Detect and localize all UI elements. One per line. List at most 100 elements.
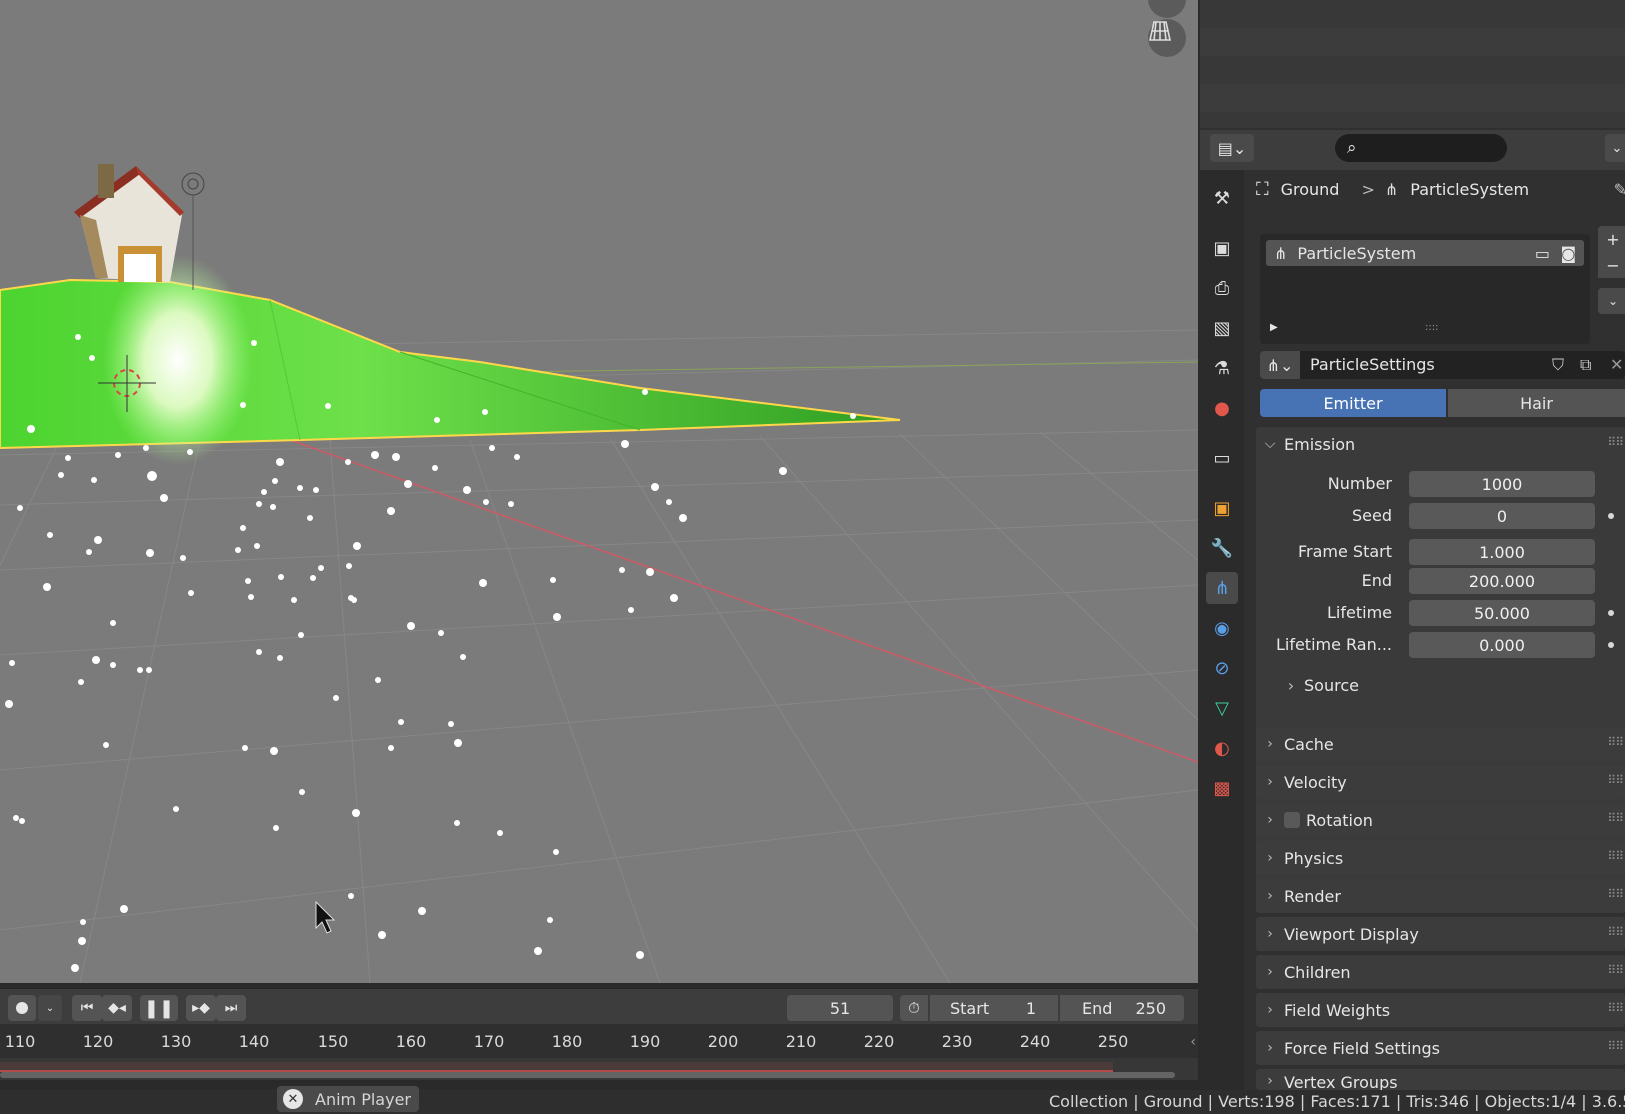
- frame-end-field[interactable]: 200.000: [1409, 568, 1595, 594]
- jump-to-end-button[interactable]: ⏭: [216, 995, 246, 1021]
- field-value: 1.000: [1479, 542, 1525, 562]
- collection-icon: ▭: [1213, 447, 1231, 469]
- panel-field-weights[interactable]: › Field Weights ⠿⠿: [1256, 993, 1625, 1027]
- tab-texture[interactable]: ▩: [1206, 772, 1238, 804]
- tab-collection[interactable]: ▭: [1206, 442, 1238, 474]
- browse-settings-button[interactable]: ⋔⌄: [1260, 351, 1300, 379]
- keyframe-dot-icon[interactable]: [1608, 513, 1614, 519]
- ruler-tick: 120: [82, 1032, 114, 1051]
- panel-viewport-display[interactable]: › Viewport Display ⠿⠿: [1256, 917, 1625, 951]
- timeline-track[interactable]: [0, 1058, 1198, 1080]
- panel-force-field-settings[interactable]: › Force Field Settings ⠿⠿: [1256, 1031, 1625, 1065]
- list-specials-button[interactable]: ⌄: [1598, 288, 1625, 314]
- list-item-label: ParticleSystem: [1297, 243, 1417, 263]
- keyframe-dot-icon[interactable]: [1608, 610, 1614, 616]
- keyframe-dot-icon[interactable]: [1608, 642, 1614, 648]
- start-frame-field[interactable]: Start 1: [930, 995, 1058, 1021]
- drag-handle-icon[interactable]: ⠿⠿: [1607, 925, 1624, 939]
- emission-panel-header[interactable]: ⌵ Emission ⠿⠿: [1256, 427, 1625, 461]
- close-icon[interactable]: ✕: [1610, 355, 1623, 374]
- source-subpanel-header[interactable]: › Source: [1278, 673, 1618, 697]
- drag-handle-icon[interactable]: ⠿⠿: [1607, 887, 1624, 901]
- tab-tool[interactable]: ⚒: [1206, 182, 1238, 214]
- minus-icon: −: [1606, 255, 1620, 275]
- tab-constraints[interactable]: ⊘: [1206, 652, 1238, 684]
- lifetime-field[interactable]: 50.000: [1409, 600, 1595, 626]
- tab-emitter-label: Emitter: [1323, 393, 1383, 413]
- number-field[interactable]: 1000: [1409, 471, 1595, 497]
- timeline-ruler[interactable]: 110 120 130 140 150 160 170 180 190 200 …: [0, 1024, 1198, 1062]
- expand-arrow-icon[interactable]: ▶: [1270, 322, 1278, 333]
- tab-view-layer[interactable]: ▧: [1206, 312, 1238, 344]
- particles-icon: ⋔: [1214, 577, 1230, 599]
- outliner-area[interactable]: [1200, 0, 1625, 128]
- chevron-right-icon: ›: [1267, 774, 1273, 790]
- region-collapse-icon[interactable]: ‹: [1190, 1034, 1196, 1050]
- drag-handle-icon[interactable]: ⠿⠿: [1607, 1001, 1624, 1015]
- panel-velocity[interactable]: › Velocity ⠿⠿: [1256, 765, 1625, 799]
- current-frame-field[interactable]: 51: [787, 995, 893, 1021]
- ruler-tick: 140: [238, 1032, 270, 1051]
- drag-handle-icon[interactable]: ⠿⠿: [1607, 963, 1624, 977]
- tab-material[interactable]: ◐: [1206, 732, 1238, 764]
- monitor-icon[interactable]: ▭: [1535, 244, 1550, 263]
- panel-vertex-groups[interactable]: › Vertex Groups: [1256, 1069, 1625, 1090]
- chevron-down-icon: ⌄: [45, 1002, 55, 1014]
- list-remove-button[interactable]: −: [1598, 252, 1625, 278]
- record-button[interactable]: [8, 995, 36, 1021]
- preview-range-toggle[interactable]: ⏱: [900, 995, 928, 1021]
- drag-handle-icon[interactable]: ⠿⠿: [1607, 1039, 1624, 1053]
- timeline-scrollbar[interactable]: [0, 1072, 1175, 1078]
- drag-handle-icon[interactable]: ⠿⠿: [1607, 435, 1624, 449]
- perspective-toggle-button[interactable]: [1148, 19, 1186, 57]
- camera-icon[interactable]: ◙: [1560, 244, 1576, 263]
- panel-rotation[interactable]: › Rotation ⠿⠿: [1256, 803, 1625, 837]
- tab-object-data[interactable]: ▽: [1206, 692, 1238, 724]
- pause-button[interactable]: ❚❚: [140, 995, 178, 1021]
- tab-render[interactable]: ▣: [1206, 232, 1238, 264]
- panel-cache[interactable]: › Cache ⠿⠿: [1256, 727, 1625, 761]
- jump-next-keyframe-button[interactable]: ▸◆: [186, 995, 216, 1021]
- close-circle-icon[interactable]: ✕: [283, 1089, 303, 1109]
- list-item[interactable]: ⋔ ParticleSystem ▭ ◙: [1266, 240, 1584, 266]
- drag-handle-icon[interactable]: ⠿⠿: [1607, 811, 1624, 825]
- duplicate-icon[interactable]: ⧉: [1580, 355, 1591, 375]
- tab-world[interactable]: ●: [1206, 392, 1238, 424]
- pin-icon[interactable]: ✎: [1614, 180, 1625, 199]
- jump-prev-keyframe-button[interactable]: ◆◂: [102, 995, 132, 1021]
- anim-player-tab[interactable]: ✕ Anim Player: [277, 1086, 419, 1112]
- particle-system-list[interactable]: ⋔ ParticleSystem ▭ ◙ ▶ ::::: [1260, 234, 1590, 344]
- options-dropdown[interactable]: ⌄: [1605, 134, 1625, 162]
- fake-user-shield-icon[interactable]: ⛉: [1552, 355, 1564, 375]
- end-frame-field[interactable]: End 250: [1060, 995, 1184, 1021]
- chevron-right-icon: ›: [1267, 850, 1273, 866]
- jump-to-start-button[interactable]: ⏮: [72, 995, 102, 1021]
- list-resize-handle[interactable]: ::::: [1425, 322, 1438, 333]
- view-layer-icon: ▧: [1213, 317, 1231, 339]
- search-field[interactable]: ⌕: [1335, 134, 1507, 162]
- tab-hair[interactable]: Hair: [1448, 389, 1625, 417]
- rotation-checkbox[interactable]: [1284, 812, 1300, 828]
- drag-handle-icon[interactable]: ⠿⠿: [1607, 735, 1624, 749]
- frame-start-field[interactable]: 1.000: [1409, 539, 1595, 565]
- tab-output[interactable]: ⎙: [1206, 272, 1238, 304]
- editor-type-button[interactable]: ▤⌄: [1210, 134, 1254, 162]
- chevron-right-icon: ›: [1267, 926, 1273, 942]
- keying-dropdown[interactable]: ⌄: [38, 995, 62, 1021]
- field-label: Frame Start: [1297, 542, 1392, 561]
- drag-handle-icon[interactable]: ⠿⠿: [1607, 773, 1624, 787]
- drag-handle-icon[interactable]: ⠿⠿: [1607, 849, 1624, 863]
- properties-editor-icon: ▤⌄: [1217, 138, 1247, 158]
- lifetime-random-field[interactable]: 0.000: [1409, 632, 1595, 658]
- tab-emitter[interactable]: Emitter: [1260, 389, 1446, 417]
- field-value: 200.000: [1468, 571, 1536, 591]
- panel-physics[interactable]: › Physics ⠿⠿: [1256, 841, 1625, 875]
- particle-settings-selector[interactable]: ⋔⌄ ParticleSettings ⛉ ⧉ ✕: [1260, 351, 1625, 379]
- seed-field[interactable]: 0: [1409, 503, 1595, 529]
- panel-children[interactable]: › Children ⠿⠿: [1256, 955, 1625, 989]
- tab-scene[interactable]: ⚗: [1206, 352, 1238, 384]
- 3d-viewport[interactable]: [0, 0, 1198, 983]
- panel-render[interactable]: › Render ⠿⠿: [1256, 879, 1625, 913]
- list-add-button[interactable]: +: [1598, 226, 1625, 252]
- ruler-tick: 240: [1019, 1032, 1051, 1051]
